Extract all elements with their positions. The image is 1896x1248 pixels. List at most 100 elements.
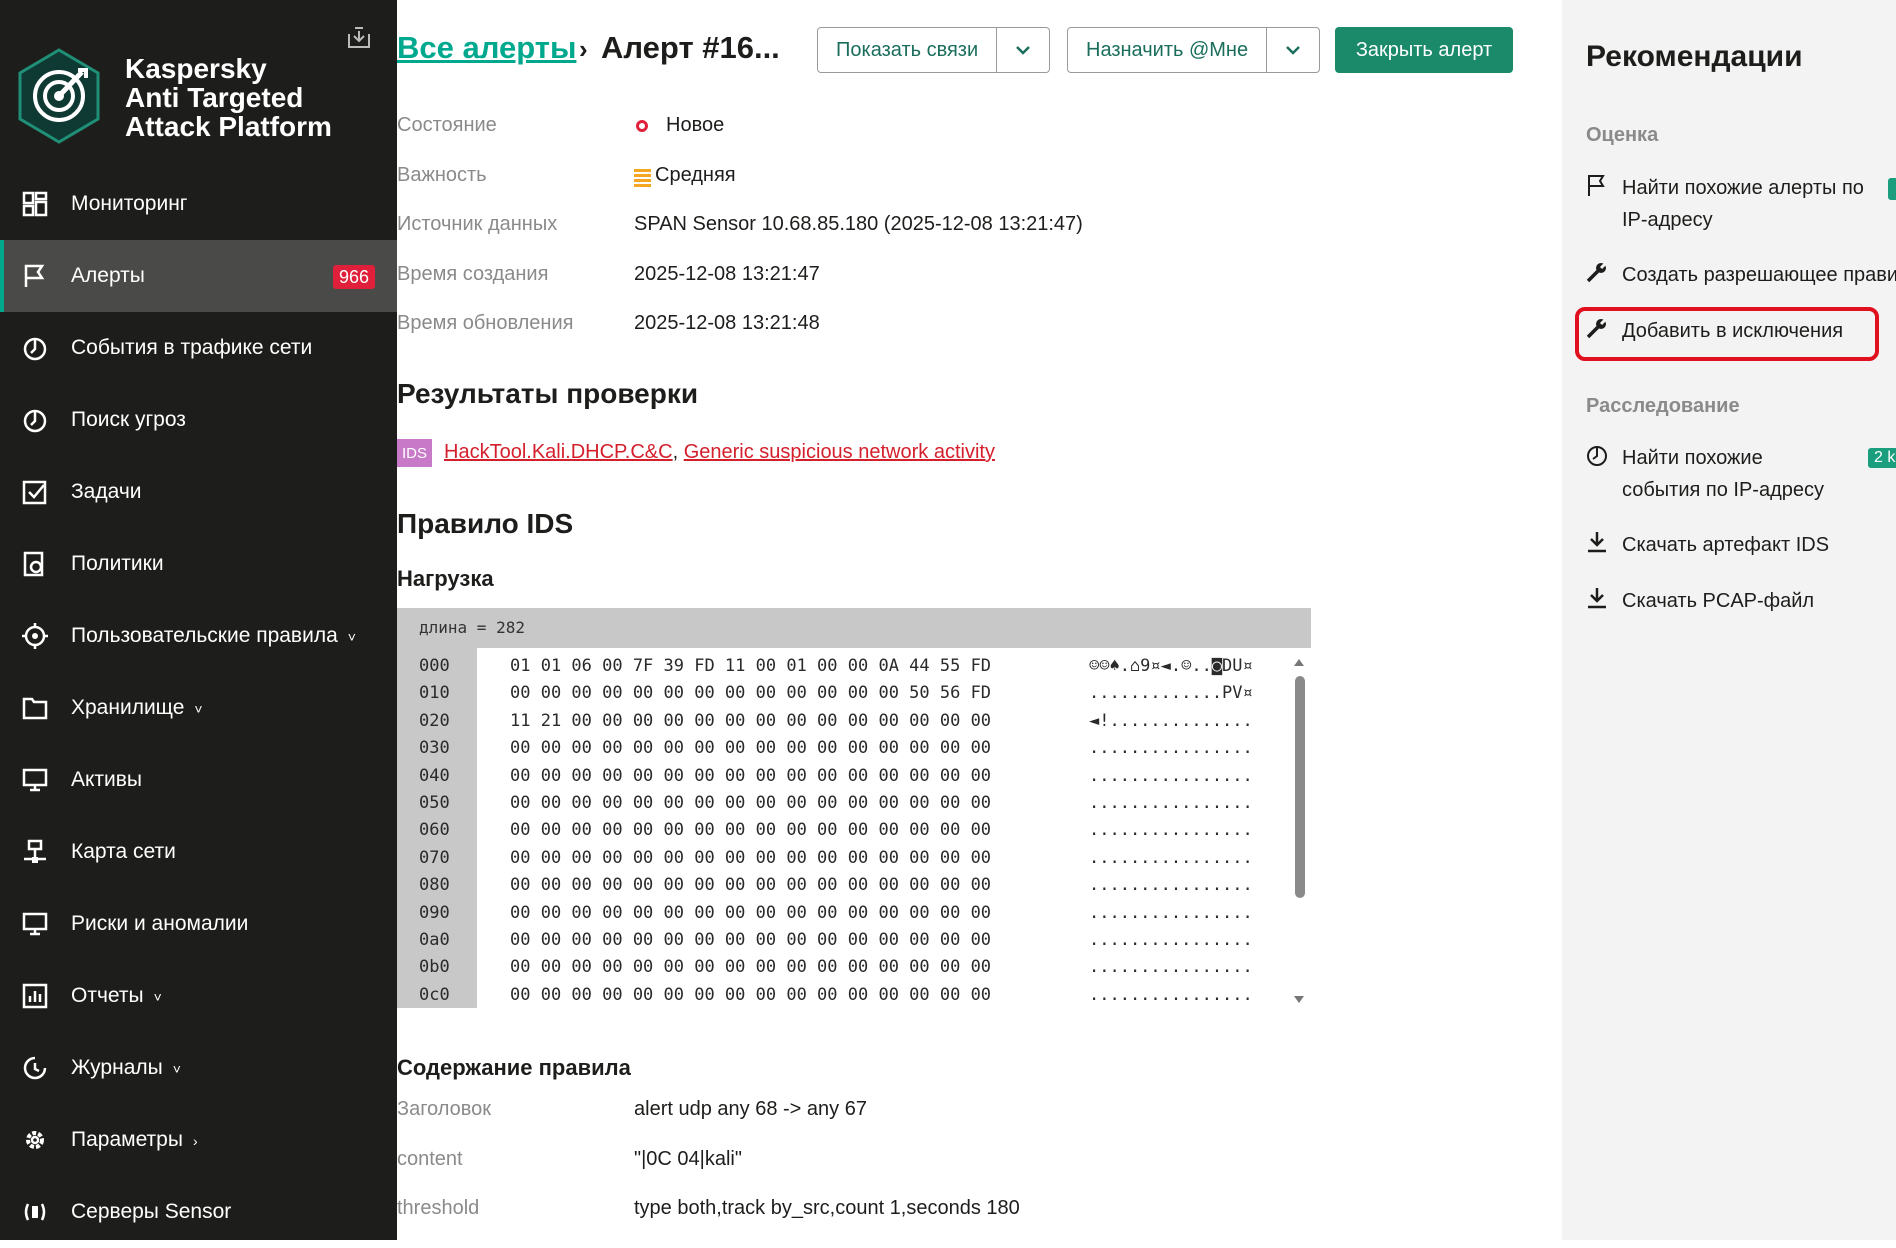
hex-row: 040 00 00 00 00 00 00 00 00 00 00 00 00 0…	[397, 766, 1297, 793]
hex-ascii: ................	[1089, 902, 1253, 923]
rule-content-value: "|0C 04|kali"	[634, 1148, 742, 1170]
hex-row: 010 00 00 00 00 00 00 00 00 00 00 00 00 0…	[397, 683, 1297, 710]
sidebar-item-label: Журналы ˅	[71, 1056, 181, 1080]
chevron-down-icon: ˅	[172, 1061, 181, 1077]
sidebar-item-threat-hunting[interactable]: Поиск угроз	[0, 384, 397, 456]
kaspersky-logo-icon	[16, 48, 102, 149]
hex-offset: 070	[419, 847, 450, 868]
created-time-label: Время создания	[397, 263, 549, 285]
rule-content-label: content	[397, 1148, 463, 1170]
status-value: Новое	[634, 114, 724, 137]
label-line: IP-адресу	[1622, 209, 1713, 231]
sidebar-item-label: Активы	[71, 768, 143, 791]
hex-ascii: ................	[1089, 792, 1253, 813]
brand[interactable]: Kaspersky Anti Targeted Attack Platform	[16, 48, 376, 148]
policies-icon	[23, 551, 44, 577]
tasks-icon	[22, 480, 47, 505]
hex-offset: 020	[419, 710, 450, 731]
sidebar-item-label: Алерты	[71, 264, 145, 287]
hex-bytes: 00 00 00 00 00 00 00 00 00 00 00 00 00 0…	[510, 792, 992, 813]
hex-bytes: 00 00 00 00 00 00 00 00 00 00 00 00 00 0…	[510, 875, 992, 896]
gear-icon	[26, 1131, 44, 1149]
hex-row: 0c0 00 00 00 00 00 00 00 00 00 00 00 00 0…	[397, 985, 1297, 1012]
sidebar-item-settings[interactable]: Параметры ›	[0, 1104, 397, 1176]
sidebar: Kaspersky Anti Targeted Attack Platform …	[0, 0, 397, 1240]
network-map-icon	[24, 839, 46, 863]
detection-link-generic[interactable]: Generic suspicious network activity	[684, 441, 995, 463]
show-links-dropdown-button[interactable]	[996, 28, 1049, 72]
sidebar-item-label: Хранилище ˅	[71, 696, 203, 720]
flag-icon	[24, 264, 45, 287]
chevron-down-icon	[1016, 46, 1031, 55]
breadcrumb-separator: ›	[579, 34, 588, 64]
hex-ascii: ................	[1089, 875, 1253, 896]
payload-hex-viewer[interactable]: длина = 282 000 01 01 06 00 7F 39 FD 11 0…	[397, 608, 1311, 1008]
target-icon	[22, 623, 48, 649]
hex-row: 090 00 00 00 00 00 00 00 00 00 00 00 00 0…	[397, 903, 1297, 930]
sidebar-item-policies[interactable]: Политики	[0, 528, 397, 600]
sidebar-item-risks[interactable]: Риски и аномалии	[0, 888, 397, 960]
hex-ascii: ................	[1089, 984, 1253, 1005]
find-similar-events-item[interactable]: Найти похожие события по IP-адресу	[1586, 442, 1896, 506]
download-pcap-item[interactable]: Скачать PCAP-файл	[1586, 585, 1896, 617]
status-text: Новое	[666, 114, 725, 136]
page-title: Алерт #16...	[601, 30, 780, 65]
hex-offset: 010	[419, 683, 450, 704]
rule-header-value: alert udp any 68 -> any 67	[634, 1098, 867, 1120]
hex-row: 0b0 00 00 00 00 00 00 00 00 00 00 00 00 0…	[397, 957, 1297, 984]
monitor-icon	[22, 768, 48, 792]
assign-dropdown-button[interactable]	[1266, 28, 1319, 72]
find-similar-alerts-item[interactable]: Найти похожие алерты по IP-адресу	[1586, 172, 1896, 236]
show-links-button[interactable]: Показать связи	[818, 28, 996, 72]
close-alert-button[interactable]: Закрыть алерт	[1335, 27, 1513, 73]
reports-icon	[22, 983, 48, 1009]
severity-value: Средняя	[634, 164, 736, 187]
sidebar-item-label: Мониторинг	[71, 192, 188, 215]
hex-ascii: ◄!..............	[1089, 710, 1253, 731]
hex-offset: 0a0	[419, 929, 450, 950]
ids-tag: IDS	[397, 439, 432, 467]
sidebar-item-monitoring[interactable]: Мониторинг	[0, 168, 397, 240]
sidebar-item-alerts[interactable]: Алерты 966	[0, 240, 397, 312]
label-line: Найти похожие	[1622, 447, 1763, 469]
investigation-section-title: Расследование	[1586, 395, 1740, 417]
sidebar-item-assets[interactable]: Активы	[0, 744, 397, 816]
scrollbar-thumb[interactable]	[1295, 676, 1305, 898]
sidebar-item-label: Серверы Sensor	[71, 1200, 232, 1223]
sidebar-item-reports[interactable]: Отчеты ˅	[0, 960, 397, 1032]
detection-link-hacktool[interactable]: HackTool.Kali.DHCP.C&C	[444, 441, 673, 463]
sidebar-item-traffic-events[interactable]: События в трафике сети	[0, 312, 397, 384]
sidebar-item-label: События в трафике сети	[71, 336, 313, 359]
assessment-section-title: Оценка	[1586, 124, 1659, 146]
updated-time-label: Время обновления	[397, 312, 574, 334]
create-allow-rule-item[interactable]: Создать разрешающее правило	[1586, 259, 1896, 291]
hex-offset: 000	[419, 656, 450, 676]
breadcrumb-all-alerts-link[interactable]: Все алерты	[397, 30, 576, 66]
hex-ascii: ................	[1089, 738, 1253, 759]
events-count-badge: 2 k	[1868, 448, 1896, 468]
threat-search-icon	[23, 409, 47, 433]
chevron-down-icon	[1286, 46, 1300, 55]
create-allow-rule-label: Создать разрешающее правило	[1622, 264, 1896, 286]
sidebar-item-storage[interactable]: Хранилище ˅	[0, 672, 397, 744]
sidebar-item-sensor-servers[interactable]: Серверы Sensor	[0, 1176, 397, 1248]
hex-bytes: 00 00 00 00 00 00 00 00 00 00 00 00 00 0…	[510, 820, 992, 841]
hex-bytes: 00 00 00 00 00 00 00 00 00 00 00 00 00 0…	[510, 929, 992, 950]
find-similar-events-label: Найти похожие события по IP-адресу	[1622, 442, 1824, 506]
download-ids-artifact-item[interactable]: Скачать артефакт IDS	[1586, 529, 1896, 561]
label-line: Найти похожие алерты по	[1622, 177, 1864, 199]
payload-length: длина = 282	[397, 608, 1311, 648]
link-separator: ,	[672, 441, 679, 463]
brand-line: Kaspersky	[125, 53, 267, 84]
hex-ascii: ................	[1089, 929, 1253, 950]
sidebar-item-tasks[interactable]: Задачи	[0, 456, 397, 528]
assign-me-button[interactable]: Назначить @Мне	[1068, 28, 1266, 72]
sidebar-item-network-map[interactable]: Карта сети	[0, 816, 397, 888]
sidebar-item-custom-rules[interactable]: Пользовательские правила ˅	[0, 600, 397, 672]
hex-offset: 080	[419, 875, 450, 896]
hex-ascii: .............PV¤	[1089, 683, 1253, 704]
sidebar-item-logs[interactable]: Журналы ˅	[0, 1032, 397, 1104]
sidebar-item-label: Задачи	[71, 480, 142, 503]
rule-header-label: Заголовок	[397, 1098, 492, 1120]
chevron-down-icon: ˅	[153, 989, 162, 1005]
